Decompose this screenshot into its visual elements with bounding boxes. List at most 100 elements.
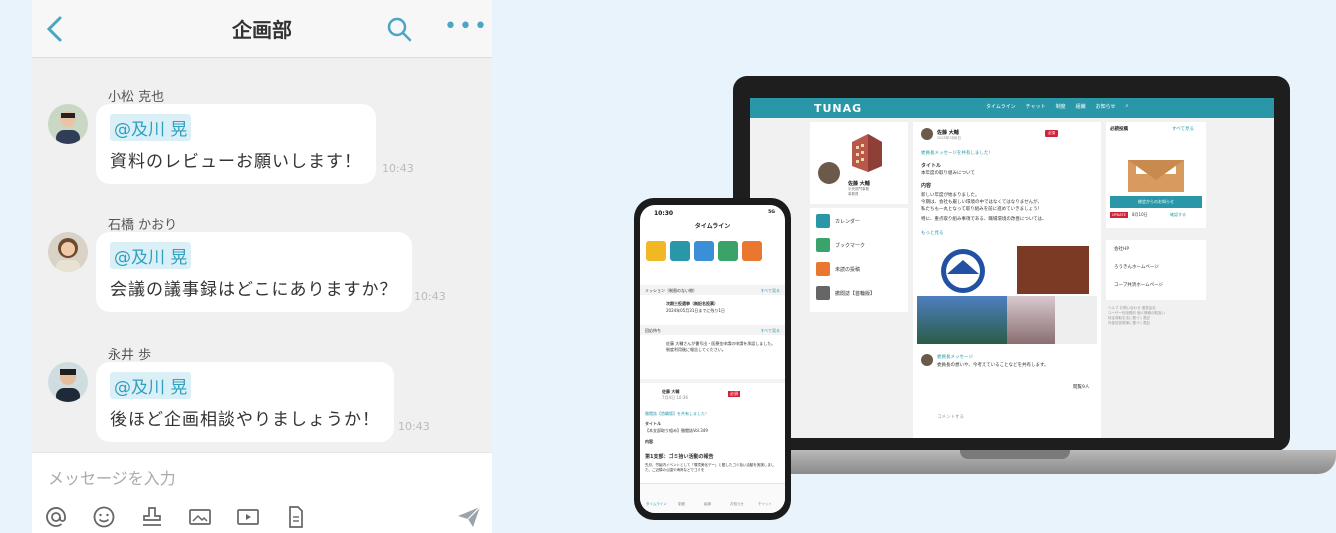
- avatar[interactable]: [48, 104, 88, 144]
- post-author: 佐藤 大輔: [937, 130, 959, 136]
- building-illustration: [852, 134, 882, 172]
- envelope-illustration: [1128, 140, 1184, 192]
- widget-heading: 必読投稿: [1110, 127, 1128, 132]
- send-icon[interactable]: [456, 505, 482, 529]
- more-options-icon[interactable]: •••: [444, 14, 489, 39]
- message-composer: メッセージを入力: [32, 452, 492, 533]
- post-image-lake[interactable]: [917, 296, 1007, 344]
- section-label: 回応待ち: [645, 328, 661, 333]
- menu-magazine[interactable]: 撤閲誌【首輪版】: [816, 286, 875, 300]
- mission-card[interactable]: 次期三役選挙（無記名投票） 2024年05月31日までに残り1日: [640, 297, 785, 321]
- post-body: 特に、重点取り組み事項である、職場環境の改善については、: [921, 217, 1047, 222]
- tile-link[interactable]: [694, 241, 714, 261]
- nav-organization[interactable]: 組織: [1076, 103, 1086, 110]
- footer-line[interactable]: 外部送信規律に基づく表記: [1108, 321, 1165, 326]
- nav-notice[interactable]: お知らせ: [1096, 103, 1116, 110]
- reply-card[interactable]: 佐藤 大輔さんが書号出・医療金申請の申請を承認しました。制度利用後に報告してくだ…: [640, 337, 785, 375]
- tile-unread[interactable]: [742, 241, 762, 261]
- video-icon[interactable]: [236, 505, 260, 529]
- reply-section: 回応待ち すべて見る: [640, 325, 785, 335]
- link-company-hp[interactable]: 会社HP: [1114, 246, 1129, 252]
- tunag-header: TUNAG タイムライン チャット 制度 組織 お知らせ ⌕: [750, 98, 1274, 118]
- tile-calendar[interactable]: [670, 241, 690, 261]
- tile-coupon[interactable]: [646, 241, 666, 261]
- confirm-link[interactable]: 確認する: [1170, 212, 1186, 218]
- message-input[interactable]: メッセージを入力: [48, 465, 176, 489]
- see-all-link[interactable]: すべて見る: [760, 328, 780, 334]
- status-signal: 5G: [768, 210, 775, 215]
- chat-title: 企画部: [232, 18, 292, 42]
- see-all-link[interactable]: すべて見る: [1172, 126, 1194, 132]
- avatar[interactable]: [818, 162, 840, 184]
- comment-input[interactable]: コメントする: [937, 414, 964, 420]
- avatar[interactable]: [921, 128, 933, 140]
- search-icon[interactable]: ⌕: [1126, 103, 1129, 110]
- tunag-nav: タイムライン チャット 制度 組織 お知らせ ⌕: [986, 103, 1128, 110]
- read-more-link[interactable]: もっと見る: [921, 230, 944, 236]
- view-count[interactable]: 閲覧9人: [1073, 384, 1089, 390]
- sub-author[interactable]: 委員長メッセージ: [937, 354, 973, 360]
- tile-bookmark[interactable]: [718, 241, 738, 261]
- message-bubble[interactable]: @及川 晃 会議の議事録はどこにありますか？: [96, 232, 412, 312]
- post-body: 【本支部取り組み】撤閲誌Vol.349: [645, 428, 708, 433]
- notice-button[interactable]: 総会からのお知らせ: [1110, 196, 1202, 208]
- post-body: 今期は、会社も厳しい環境の中ではなくてはなりませんが、: [921, 200, 1043, 205]
- post-heading-title: タイトル: [921, 163, 942, 169]
- post-image-logo[interactable]: [927, 246, 999, 296]
- chat-header: 企画部 •••: [32, 0, 492, 58]
- message-text: 後ほど企画相談やりましょうか！: [110, 410, 380, 430]
- laptop-notch: [960, 450, 1070, 459]
- laptop-screen: TUNAG タイムライン チャット 制度 組織 お知らせ ⌕ 佐藤 大輔 中央部…: [750, 98, 1274, 438]
- post-share-line[interactable]: 撤閲誌【首輪版】を共有しました！: [645, 411, 709, 417]
- tab-organization[interactable]: 組織: [704, 502, 711, 507]
- file-icon[interactable]: [284, 505, 308, 529]
- search-icon[interactable]: [386, 16, 412, 42]
- mention-tag[interactable]: @及川 晃: [110, 242, 192, 269]
- sender-name: 石橋 かおり: [108, 218, 178, 233]
- image-icon[interactable]: [188, 505, 212, 529]
- phone-post-card: 佐藤 大輔 7月4日 10:36 必須 撤閲誌【首輪版】を共有しました！ タイト…: [640, 379, 785, 483]
- status-time: 10:30: [654, 210, 674, 217]
- avatar[interactable]: [921, 354, 933, 366]
- post-image-blossom[interactable]: [1007, 296, 1055, 344]
- external-links: 会社HP ろうきんホームページ コープ共済ホームページ: [1106, 240, 1206, 300]
- message-time: 10:43: [382, 162, 414, 175]
- tab-notice[interactable]: お知らせ: [730, 502, 744, 507]
- message-text: 資料のレビューお願いします！: [110, 152, 362, 172]
- required-badge: 必須: [728, 391, 740, 397]
- mention-icon[interactable]: [44, 505, 68, 529]
- shortcut-tiles: [646, 241, 762, 261]
- mention-tag[interactable]: @及川 晃: [110, 114, 192, 141]
- nav-timeline[interactable]: タイムライン: [986, 103, 1016, 110]
- post-image-food[interactable]: [1017, 246, 1089, 294]
- post-image-document[interactable]: [1055, 296, 1097, 344]
- menu-calendar[interactable]: カレンダー: [816, 214, 860, 228]
- message-time: 10:43: [398, 420, 430, 433]
- message-bubble[interactable]: @及川 晃 後ほど企画相談やりましょうか！: [96, 362, 394, 442]
- tab-system[interactable]: 制度: [678, 502, 685, 507]
- tab-chat[interactable]: チャット: [758, 502, 772, 507]
- post-share-line[interactable]: 委員長メッセージを共有しました！: [921, 150, 993, 156]
- mention-tag[interactable]: @及川 晃: [110, 372, 192, 399]
- post-heading-content: 内容: [921, 183, 932, 189]
- avatar[interactable]: [48, 362, 88, 402]
- tunag-logo[interactable]: TUNAG: [814, 102, 862, 115]
- stamp-icon[interactable]: [140, 505, 164, 529]
- message-text: 会議の議事録はどこにありますか？: [110, 280, 398, 300]
- tab-timeline[interactable]: タイムライン: [646, 502, 667, 507]
- link-coop[interactable]: コープ共済ホームページ: [1114, 282, 1163, 288]
- emoji-icon[interactable]: [92, 505, 116, 529]
- notice-date: 8月10日: [1132, 212, 1148, 217]
- menu-unread[interactable]: 未読の投稿: [816, 262, 860, 276]
- avatar[interactable]: [48, 232, 88, 272]
- profile-name: 佐藤 大輔: [848, 181, 870, 187]
- see-all-link[interactable]: すべて見る: [760, 288, 780, 294]
- side-menu: カレンダー ブックマーク 未読の投稿 撤閲誌【首輪版】: [810, 208, 908, 312]
- link-rokin[interactable]: ろうきんホームページ: [1114, 264, 1159, 270]
- post-body: 私たちも一丸となって取り組みを前に進めていきましょう！: [921, 207, 1043, 212]
- message-bubble[interactable]: @及川 晃 資料のレビューお願いします！: [96, 104, 376, 184]
- profile-dept: 中央部門事務 事務員: [848, 187, 869, 196]
- nav-chat[interactable]: チャット: [1026, 103, 1046, 110]
- nav-system[interactable]: 制度: [1056, 103, 1066, 110]
- menu-bookmark[interactable]: ブックマーク: [816, 238, 865, 252]
